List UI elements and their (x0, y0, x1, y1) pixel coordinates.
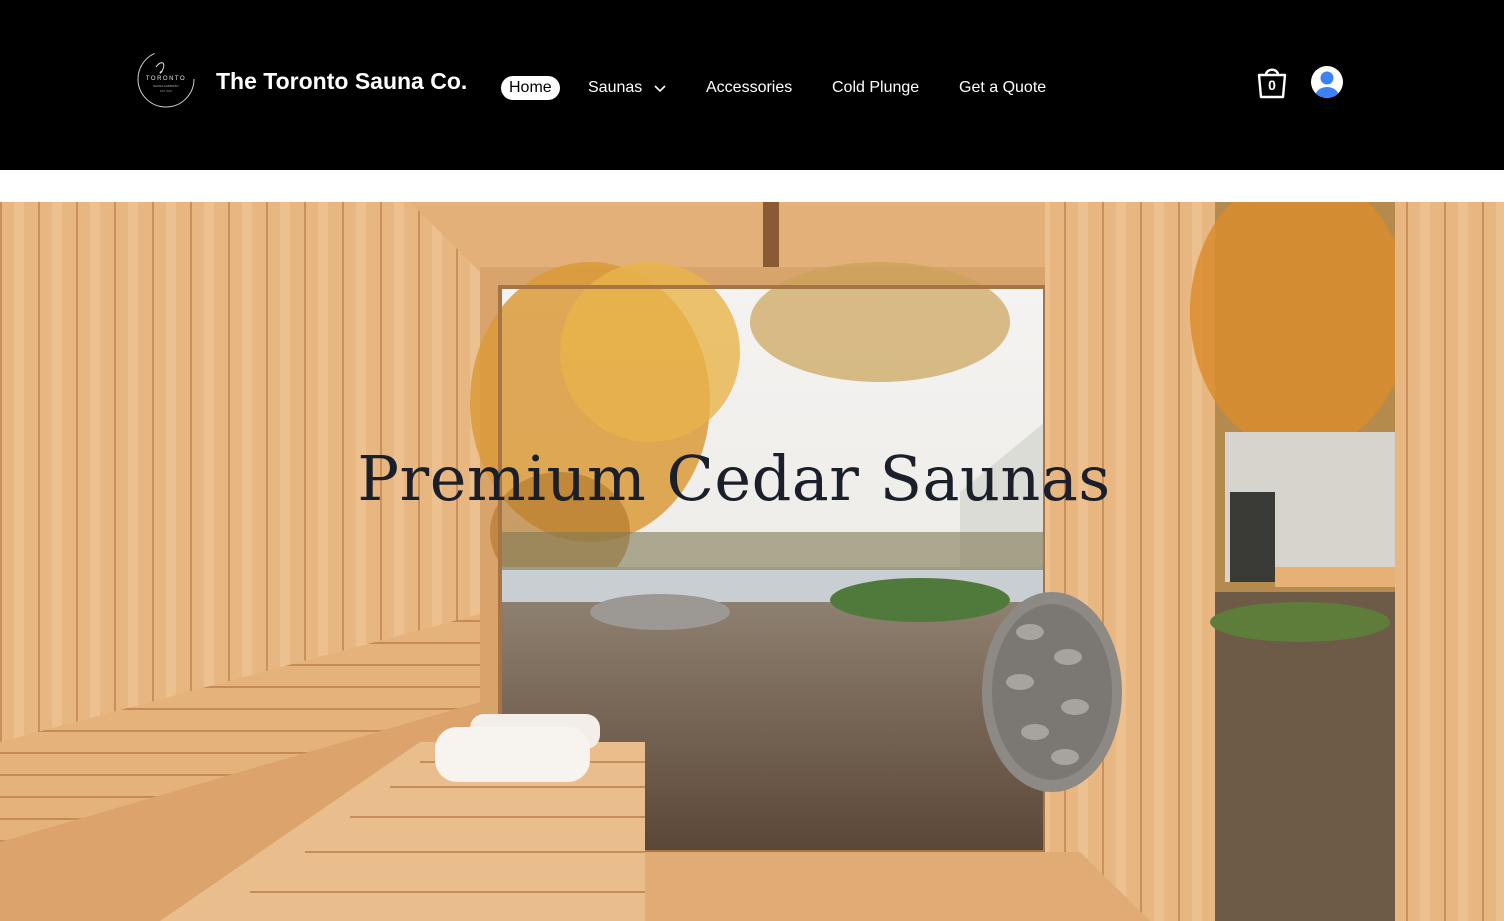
svg-text:EST. 2023: EST. 2023 (160, 90, 172, 93)
site-header: TORONTO SAUNA COMPANY EST. 2023 The Toro… (0, 0, 1504, 170)
svg-text:TORONTO: TORONTO (146, 76, 186, 82)
brand-logo[interactable]: TORONTO SAUNA COMPANY EST. 2023 (136, 49, 196, 109)
user-avatar-icon[interactable] (1310, 65, 1344, 99)
nav-cold-plunge[interactable]: Cold Plunge (832, 76, 919, 100)
svg-text:SAUNA COMPANY: SAUNA COMPANY (153, 84, 179, 88)
hero-banner: Premium Cedar Saunas (0, 202, 1504, 921)
brand-name[interactable]: The Toronto Sauna Co. (216, 68, 467, 95)
nav-accessories[interactable]: Accessories (706, 76, 792, 100)
hero-image (0, 202, 1504, 921)
nav-saunas[interactable]: Saunas (588, 76, 642, 100)
cart-button[interactable]: 0 (1255, 64, 1289, 100)
cart-count: 0 (1268, 77, 1276, 93)
hero-title: Premium Cedar Saunas (357, 442, 1111, 515)
chevron-down-icon[interactable] (654, 85, 666, 93)
nav-get-a-quote[interactable]: Get a Quote (959, 76, 1046, 100)
nav-home[interactable]: Home (501, 76, 560, 100)
